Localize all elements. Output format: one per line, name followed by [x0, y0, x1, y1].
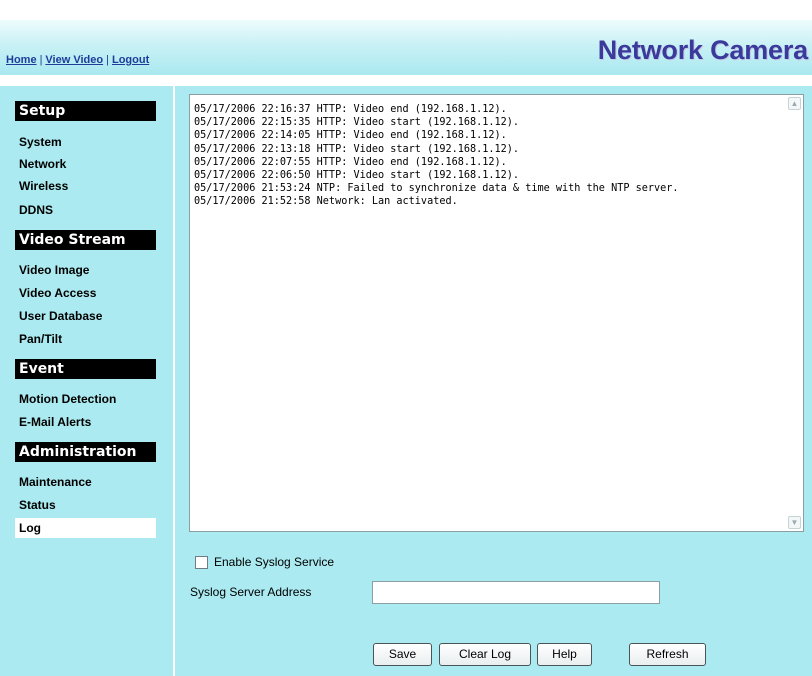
- log-line: 05/17/2006 22:13:18 HTTP: Video start (1…: [194, 143, 520, 155]
- section-header-setup: Setup: [15, 101, 156, 121]
- sidebar-item-status[interactable]: Status: [15, 495, 156, 515]
- sidebar-item-video-access[interactable]: Video Access: [15, 283, 156, 303]
- scroll-up-icon[interactable]: ▲: [788, 97, 801, 110]
- save-button[interactable]: Save: [373, 643, 432, 666]
- log-line: 05/17/2006 22:06:50 HTTP: Video start (1…: [194, 170, 520, 182]
- sidebar: Setup System Network Wireless DDNS Video…: [0, 86, 173, 676]
- enable-syslog-checkbox[interactable]: [195, 556, 208, 569]
- log-line: 05/17/2006 21:52:58 Network: Lan activat…: [194, 196, 458, 208]
- scroll-down-icon[interactable]: ▼: [788, 516, 801, 529]
- sidebar-item-motion-detection[interactable]: Motion Detection: [15, 389, 156, 409]
- sidebar-item-email-alerts[interactable]: E-Mail Alerts: [15, 412, 156, 432]
- log-scrollbar[interactable]: ▲ ▼: [786, 95, 803, 531]
- syslog-address-input[interactable]: [372, 581, 660, 604]
- log-content: 05/17/2006 22:16:37 HTTP: Video end (192…: [190, 103, 784, 209]
- link-separator: |: [106, 54, 109, 66]
- log-line: 05/17/2006 21:53:24 NTP: Failed to synch…: [194, 183, 679, 195]
- sidebar-item-wireless[interactable]: Wireless: [15, 176, 156, 196]
- top-strip: [0, 0, 812, 20]
- sidebar-item-user-database[interactable]: User Database: [15, 306, 156, 326]
- section-header-administration: Administration: [15, 442, 156, 462]
- home-link[interactable]: Home: [6, 54, 37, 66]
- log-line: 05/17/2006 22:16:37 HTTP: Video end (192…: [194, 104, 507, 115]
- clear-log-button[interactable]: Clear Log: [439, 643, 531, 666]
- log-line: 05/17/2006 22:14:05 HTTP: Video end (192…: [194, 130, 507, 142]
- enable-syslog-label: Enable Syslog Service: [214, 555, 335, 569]
- sidebar-item-log[interactable]: Log: [15, 518, 156, 538]
- sidebar-item-video-image[interactable]: Video Image: [15, 260, 156, 280]
- sidebar-item-maintenance[interactable]: Maintenance: [15, 472, 156, 492]
- sidebar-item-system[interactable]: System: [15, 132, 156, 152]
- section-header-event: Event: [15, 359, 156, 379]
- sidebar-item-network[interactable]: Network: [15, 154, 156, 174]
- top-nav-links: Home | View Video | Logout: [6, 54, 149, 66]
- brand-title: Network Camera: [597, 35, 808, 65]
- sidebar-item-ddns[interactable]: DDNS: [15, 200, 156, 220]
- sidebar-item-pan-tilt[interactable]: Pan/Tilt: [15, 329, 156, 349]
- log-line: 05/17/2006 22:15:35 HTTP: Video start (1…: [194, 117, 520, 129]
- section-header-video-stream: Video Stream: [15, 230, 156, 250]
- header-divider: [0, 75, 812, 86]
- view-video-link[interactable]: View Video: [45, 54, 103, 66]
- help-button[interactable]: Help: [537, 643, 592, 666]
- log-line: 05/17/2006 22:07:55 HTTP: Video end (192…: [194, 156, 507, 168]
- logout-link[interactable]: Logout: [112, 54, 149, 66]
- syslog-address-label: Syslog Server Address: [190, 585, 312, 599]
- refresh-button[interactable]: Refresh: [629, 643, 706, 666]
- log-textarea[interactable]: 05/17/2006 22:16:37 HTTP: Video end (192…: [189, 94, 804, 532]
